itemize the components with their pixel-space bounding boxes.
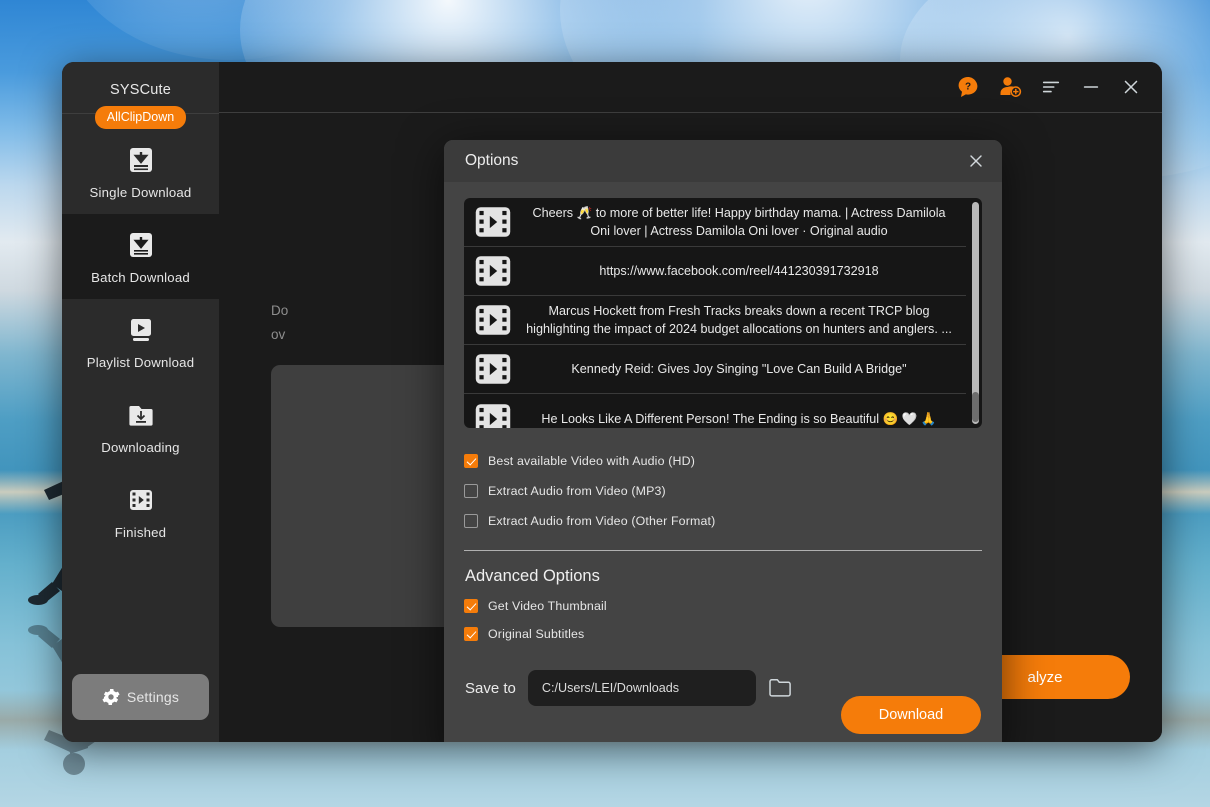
sidebar-item-batch-download[interactable]: Batch Download <box>62 214 219 299</box>
option-label: Extract Audio from Video (Other Format) <box>488 514 716 528</box>
video-list-container: Cheers 🥂 to more of better life! Happy b… <box>464 198 982 428</box>
close-icon[interactable] <box>966 151 986 171</box>
list-item[interactable]: Marcus Hockett from Fresh Tracks breaks … <box>464 296 966 345</box>
sidebar-item-label: Finished <box>114 525 167 540</box>
checkbox[interactable] <box>464 454 478 468</box>
video-title: Marcus Hockett from Fresh Tracks breaks … <box>526 304 952 336</box>
film-icon <box>475 305 511 335</box>
list-item[interactable]: Kennedy Reid: Gives Joy Singing "Love Ca… <box>464 345 966 394</box>
film-icon <box>129 490 152 510</box>
film-icon <box>475 403 511 428</box>
gear-icon <box>102 689 120 705</box>
menu-list-icon[interactable] <box>1040 76 1062 98</box>
video-list[interactable]: Cheers 🥂 to more of better life! Happy b… <box>464 198 982 428</box>
list-item[interactable]: https://www.facebook.com/reel/4412303917… <box>464 247 966 296</box>
sidebar-item-label: Downloading <box>101 440 180 455</box>
settings-button[interactable]: Settings <box>72 674 209 720</box>
format-options: Best available Video with Audio (HD) Ext… <box>464 446 982 536</box>
add-user-icon[interactable] <box>998 75 1022 99</box>
save-to-input[interactable] <box>527 670 756 706</box>
checkbox[interactable] <box>464 599 478 613</box>
video-title: Kennedy Reid: Gives Joy Singing "Love Ca… <box>571 362 907 376</box>
folder-icon[interactable] <box>768 676 794 700</box>
checkbox[interactable] <box>464 514 478 528</box>
sidebar-item-playlist-download[interactable]: Playlist Download <box>62 299 219 384</box>
desktop-wallpaper: SYSCute AllClipDown Single Download Batc… <box>0 0 1210 807</box>
sidebar-item-label: Playlist Download <box>86 355 195 370</box>
list-scrollbar[interactable] <box>972 202 979 424</box>
video-title: https://www.facebook.com/reel/4412303917… <box>599 264 879 278</box>
titlebar: ? <box>219 62 1162 113</box>
settings-label: Settings <box>126 689 180 705</box>
app-window: SYSCute AllClipDown Single Download Batc… <box>62 62 1162 742</box>
scrollbar-thumb[interactable] <box>972 392 979 422</box>
divider <box>464 550 982 551</box>
checkbox[interactable] <box>464 484 478 498</box>
svg-text:?: ? <box>965 82 971 93</box>
option-get-video-thumbnail[interactable]: Get Video Thumbnail <box>464 592 1002 620</box>
dialog-header: Options <box>444 140 1002 182</box>
cloud <box>60 0 400 60</box>
list-item[interactable]: He Looks Like A Different Person! The En… <box>464 394 966 428</box>
advanced-options: Get Video Thumbnail Original Subtitles <box>464 592 1002 648</box>
folder-download-icon <box>128 406 153 426</box>
download-box-icon <box>129 148 152 172</box>
download-button[interactable]: Download <box>841 696 981 734</box>
list-item[interactable]: Cheers 🥂 to more of better life! Happy b… <box>464 198 966 247</box>
option-original-subtitles[interactable]: Original Subtitles <box>464 620 1002 648</box>
save-to-label: Save to <box>465 679 516 697</box>
video-title: He Looks Like A Different Person! The En… <box>541 411 937 426</box>
option-label: Extract Audio from Video (MP3) <box>488 484 666 498</box>
download-batch-icon <box>129 233 152 257</box>
option-extract-audio-mp3[interactable]: Extract Audio from Video (MP3) <box>464 476 982 506</box>
options-dialog: Options Cheers 🥂 to more of better life!… <box>444 140 1002 742</box>
option-label: Original Subtitles <box>488 627 585 641</box>
film-icon <box>475 207 511 237</box>
film-icon <box>475 256 511 286</box>
sidebar: SYSCute AllClipDown Single Download Batc… <box>62 62 1162 742</box>
sidebar-item-downloading[interactable]: Downloading <box>62 384 219 469</box>
video-title: Cheers 🥂 to more of better life! Happy b… <box>532 206 946 238</box>
dialog-title: Options <box>465 152 519 169</box>
film-icon <box>475 354 511 384</box>
checkbox[interactable] <box>464 627 478 641</box>
option-extract-audio-other[interactable]: Extract Audio from Video (Other Format) <box>464 506 982 536</box>
option-label: Best available Video with Audio (HD) <box>488 454 695 468</box>
sidebar-item-label: Batch Download <box>91 270 190 285</box>
brand-badge: AllClipDown <box>94 106 187 129</box>
minimize-icon[interactable] <box>1080 76 1102 98</box>
playlist-play-icon <box>130 319 151 341</box>
sidebar-item-single-download[interactable]: Single Download <box>62 129 219 214</box>
help-bubble-icon[interactable]: ? <box>956 75 980 99</box>
advanced-options-title: Advanced Options <box>465 567 600 585</box>
option-label: Get Video Thumbnail <box>488 599 607 613</box>
sidebar-item-label: Single Download <box>89 185 192 200</box>
sidebar-item-finished[interactable]: Finished <box>62 469 219 554</box>
brand-name: SYSCute <box>109 82 172 98</box>
close-icon[interactable] <box>1120 76 1142 98</box>
option-best-video-audio[interactable]: Best available Video with Audio (HD) <box>464 446 982 476</box>
